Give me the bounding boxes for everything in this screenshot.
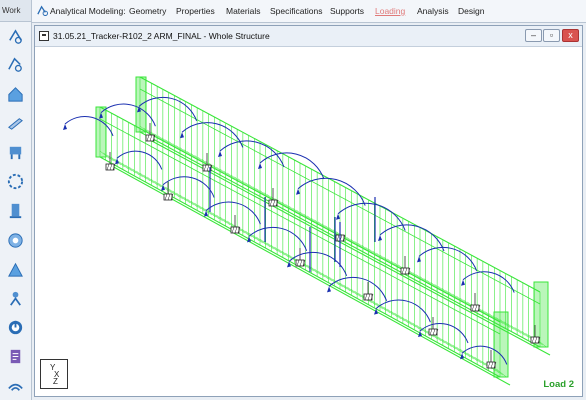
menu-design[interactable]: Design: [458, 6, 484, 16]
document-icon: [39, 31, 49, 41]
menu-materials[interactable]: Materials: [226, 6, 260, 16]
axis-triad: Y X Z: [40, 359, 68, 389]
menu-analysis[interactable]: Analysis: [417, 6, 449, 16]
menu-loading[interactable]: Loading: [375, 6, 405, 16]
gear-sphere-icon[interactable]: [5, 230, 26, 251]
load-arrowhead: [296, 188, 300, 195]
circle-dots-icon[interactable]: [5, 171, 26, 192]
structure-viewport[interactable]: Y X Z Load 2: [35, 47, 582, 396]
menu-specifications[interactable]: Specifications: [270, 6, 322, 16]
menu-bar: Analytical Modeling: Geometry Properties…: [32, 0, 586, 23]
load-arrowhead: [218, 151, 222, 157]
analytical-modeling-icon[interactable]: [5, 26, 26, 47]
load-arrowhead: [378, 235, 382, 241]
menu-geometry[interactable]: Geometry: [129, 6, 166, 16]
top-chord: [99, 106, 501, 323]
load-arc: [181, 122, 244, 148]
column-icon[interactable]: [5, 200, 26, 221]
window-titlebar: 31.05.21_Tracker-R102_2 ARM_FINAL - Whol…: [35, 26, 582, 47]
load-arrowhead: [336, 213, 340, 220]
beam-section-icon[interactable]: [5, 113, 26, 134]
load-arc: [100, 103, 156, 127]
structure-model[interactable]: [35, 47, 582, 396]
menu-supports[interactable]: Supports: [330, 6, 364, 16]
wifi-icon[interactable]: [5, 376, 26, 397]
load-peak-icon[interactable]: [5, 259, 26, 280]
window-title: 31.05.21_Tracker-R102_2 ARM_FINAL - Whol…: [53, 31, 270, 41]
house-icon[interactable]: [5, 84, 26, 105]
load-arc: [138, 96, 198, 121]
minimize-button[interactable]: –: [525, 29, 542, 42]
left-toolbar: Work: [0, 0, 32, 400]
chord: [99, 118, 501, 335]
load-arc: [328, 276, 388, 301]
load-arc: [418, 246, 478, 271]
close-button[interactable]: x: [562, 29, 579, 42]
menu-properties[interactable]: Properties: [176, 6, 215, 16]
geometry-icon[interactable]: [5, 54, 26, 75]
load-case-label: Load 2: [543, 379, 574, 390]
structure-window: 31.05.21_Tracker-R102_2 ARM_FINAL - Whol…: [34, 25, 583, 397]
analysis-ring-icon[interactable]: [5, 317, 26, 338]
load-arc: [219, 140, 285, 168]
load-arrowhead: [180, 132, 184, 139]
axis-z-label: Z: [53, 377, 58, 386]
property-icon[interactable]: [5, 142, 26, 163]
workspace-tab[interactable]: Work: [0, 0, 31, 22]
load-arc: [259, 152, 325, 180]
end-panel: [493, 311, 509, 378]
person-icon[interactable]: [5, 288, 26, 309]
load-arc: [116, 150, 163, 170]
load-arrowhead: [258, 163, 262, 169]
analytical-modeling-menu-icon: [37, 5, 48, 16]
report-icon[interactable]: [5, 346, 26, 367]
load-arrowhead: [461, 279, 465, 286]
load-arrowhead: [63, 124, 67, 130]
load-arrowhead: [417, 256, 421, 263]
load-arrowhead: [327, 286, 331, 293]
load-arrowhead: [460, 353, 464, 360]
menu-analytical-modeling: Analytical Modeling:: [50, 6, 126, 16]
restore-button[interactable]: ▫: [543, 29, 560, 42]
